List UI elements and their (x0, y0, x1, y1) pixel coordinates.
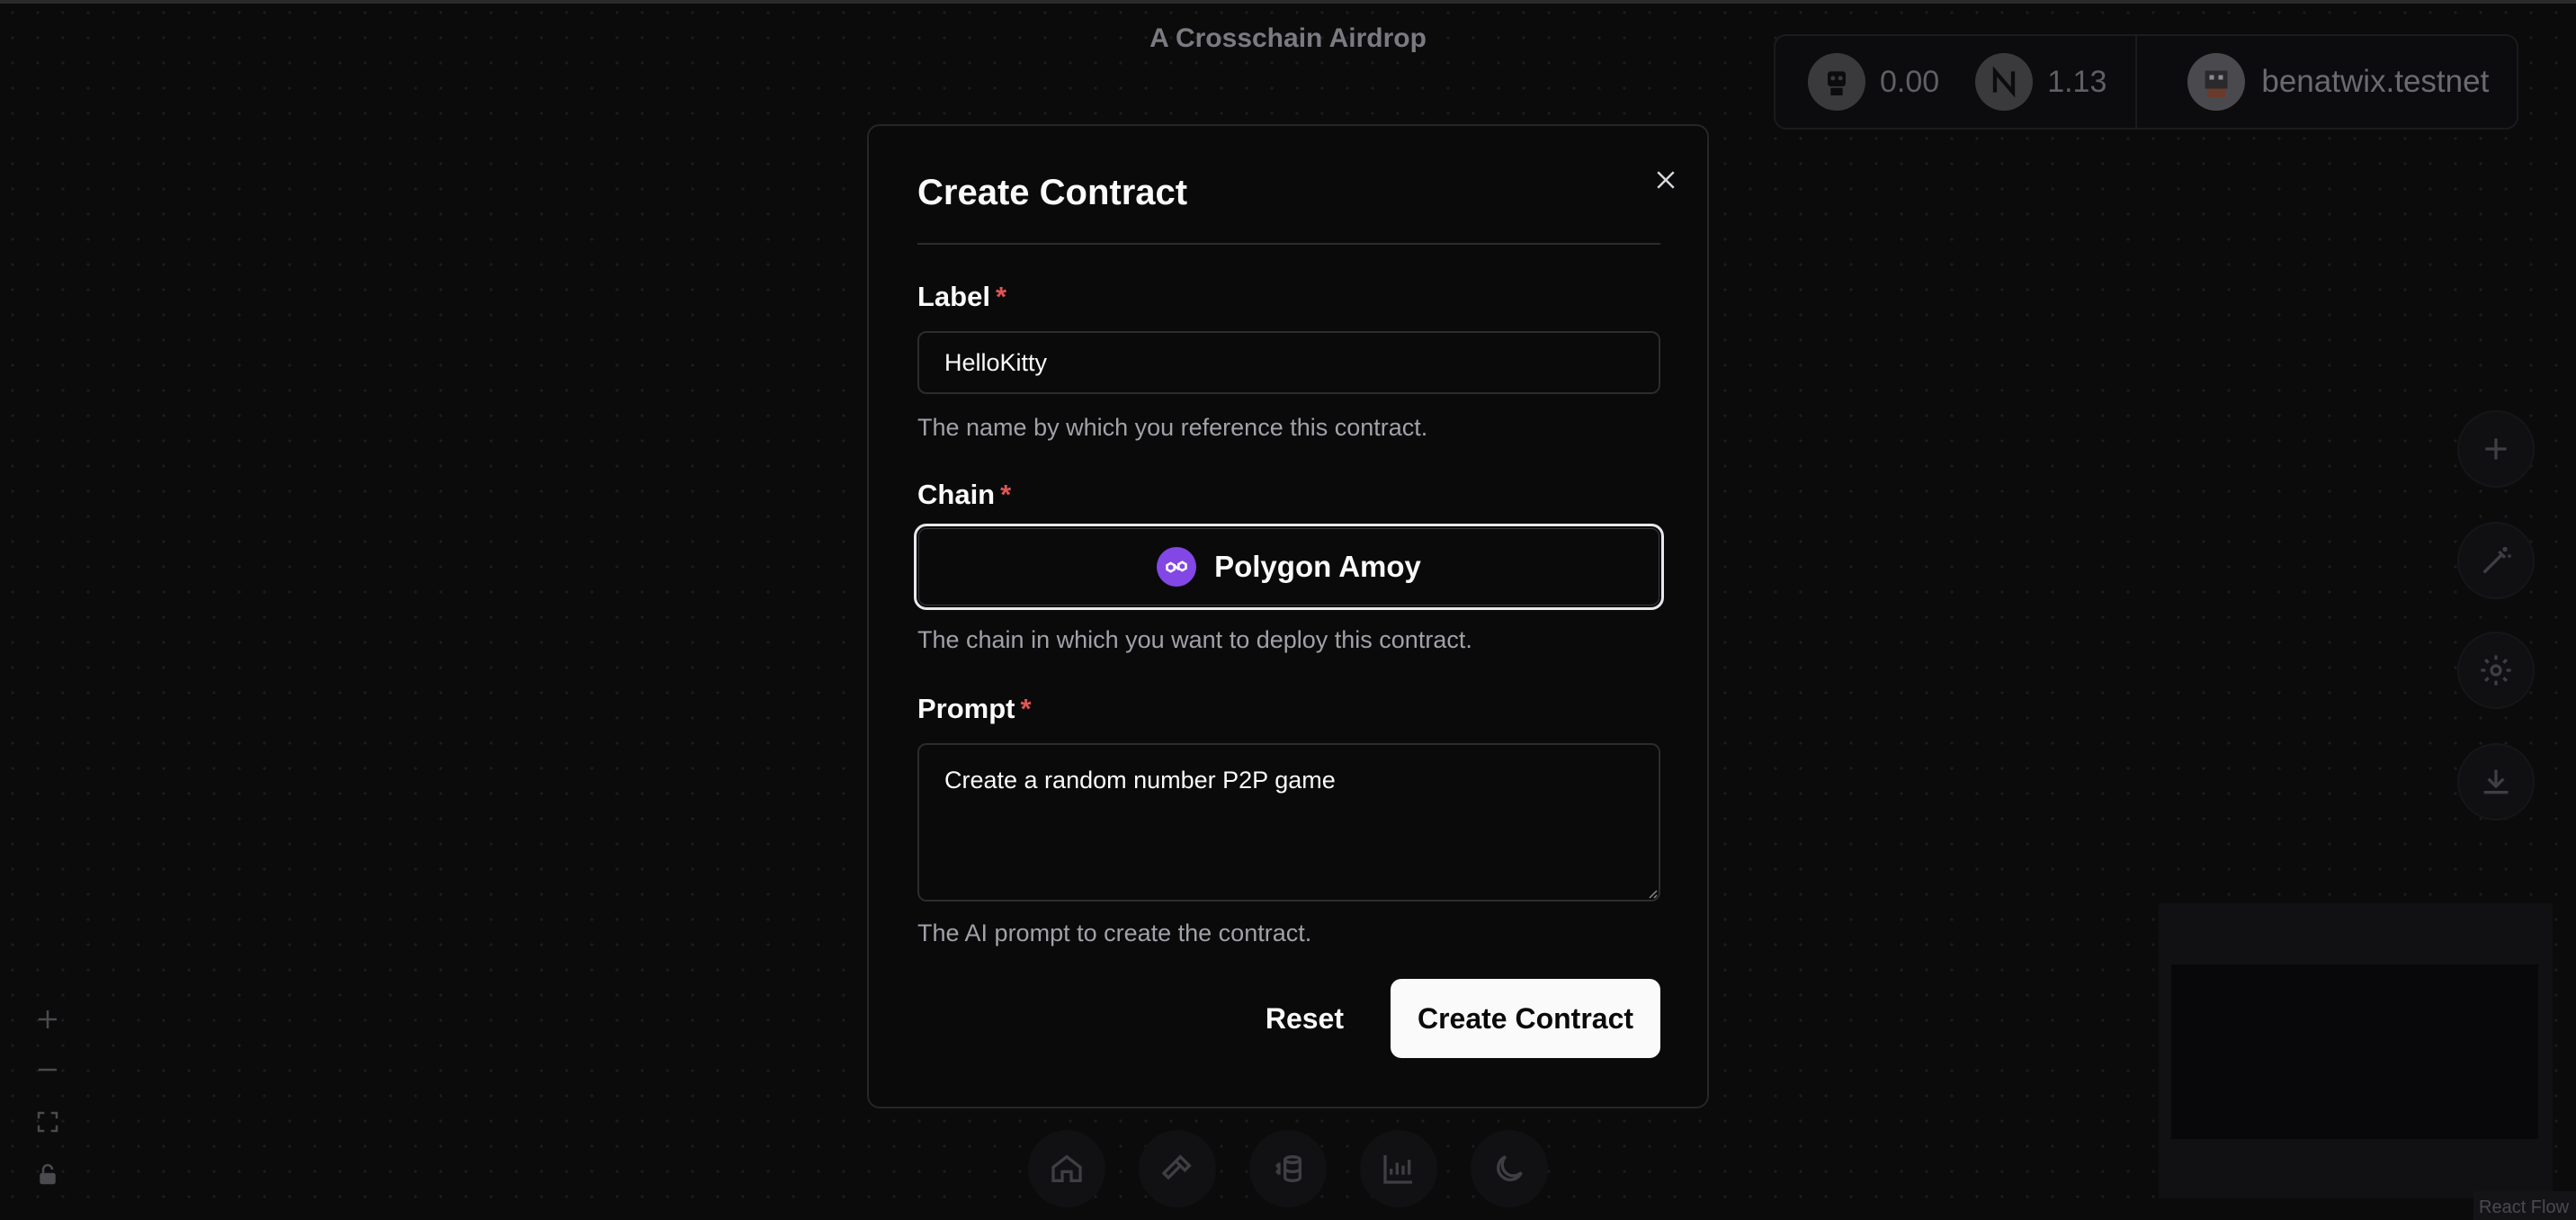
label-input[interactable] (917, 331, 1660, 394)
required-mark: * (995, 281, 1007, 312)
minimap[interactable] (2159, 903, 2553, 1198)
chain-field-label-text: Chain (917, 479, 996, 510)
coins-icon (1275, 1155, 1301, 1183)
zoom-in-icon (39, 1010, 57, 1028)
zoom-out-button[interactable] (25, 1047, 70, 1092)
resize-grip-icon[interactable] (1644, 885, 1659, 900)
zoom-out-icon (39, 1068, 57, 1072)
prompt-helper-text: The AI prompt to create the contract. (917, 919, 1312, 946)
label-helper-text: The name by which you reference this con… (917, 414, 1428, 441)
home-icon (1051, 1154, 1082, 1182)
gear-icon (2481, 655, 2511, 686)
close-button[interactable] (1646, 160, 1686, 200)
magic-wand-button[interactable] (2457, 522, 2535, 599)
polygon-logo-icon (1157, 547, 1197, 587)
magic-wand-icon (2482, 547, 2511, 574)
lock-button[interactable] (25, 1152, 70, 1197)
settings-button[interactable] (2457, 632, 2535, 709)
hammer-icon (1161, 1154, 1192, 1180)
close-icon (1657, 171, 1675, 189)
minimap-viewport[interactable] (2171, 964, 2538, 1139)
top-border (0, 0, 2576, 4)
token-balance-2-value: 1.13 (2047, 64, 2107, 99)
prompt-field-label-text: Prompt (917, 693, 1015, 724)
required-mark: * (1000, 479, 1012, 510)
download-button[interactable] (2457, 743, 2535, 821)
lock-icon (40, 1163, 56, 1185)
dialog-divider (917, 243, 1660, 245)
moon-icon (1497, 1155, 1523, 1181)
wallet-bar: 0.00 1.13 benatwix.testnet (1774, 34, 2518, 130)
chain-select[interactable]: Polygon Amoy (914, 524, 1664, 610)
robot-token-icon (1808, 53, 1865, 111)
dock-analytics-button[interactable] (1360, 1130, 1437, 1207)
required-mark: * (1020, 693, 1032, 724)
create-contract-dialog: Create Contract Label* The name by which… (867, 124, 1709, 1108)
dialog-title: Create Contract (917, 173, 1188, 212)
token-balance-1-value: 0.00 (1880, 64, 1940, 99)
dock-theme-button[interactable] (1471, 1130, 1548, 1207)
prompt-field-label: Prompt * (917, 693, 1032, 725)
pixel-avatar (2187, 53, 2246, 111)
chain-selected-value: Polygon Amoy (1214, 550, 1421, 583)
prompt-textarea[interactable]: Create a random number P2P game (917, 743, 1660, 902)
chart-icon (1383, 1155, 1412, 1184)
add-node-button[interactable] (2457, 410, 2535, 488)
near-logo-icon (1975, 53, 2034, 111)
zoom-in-button[interactable] (25, 997, 70, 1042)
fit-view-button[interactable] (25, 1099, 70, 1144)
download-icon (2483, 769, 2509, 794)
chain-helper-text: The chain in which you want to deploy th… (917, 626, 1472, 653)
fit-view-icon (37, 1111, 58, 1133)
plus-icon (2485, 438, 2507, 460)
react-flow-attribution[interactable]: React Flow (2473, 1191, 2576, 1220)
token-balance-2[interactable]: 1.13 (1939, 36, 2106, 128)
label-field-label-text: Label (917, 281, 990, 312)
account-name: benatwix.testnet (2261, 64, 2490, 99)
account-button[interactable]: benatwix.testnet (2137, 36, 2489, 128)
chain-field-label: Chain * (917, 479, 1011, 511)
label-field-label: Label * (917, 281, 1006, 313)
dock-home-button[interactable] (1028, 1130, 1105, 1207)
token-balance-1[interactable]: 0.00 (1775, 36, 1939, 128)
dock-build-button[interactable] (1139, 1130, 1216, 1207)
reset-button[interactable]: Reset (1245, 979, 1362, 1058)
create-contract-button[interactable]: Create Contract (1391, 979, 1660, 1058)
dock-tokens-button[interactable] (1249, 1130, 1327, 1207)
